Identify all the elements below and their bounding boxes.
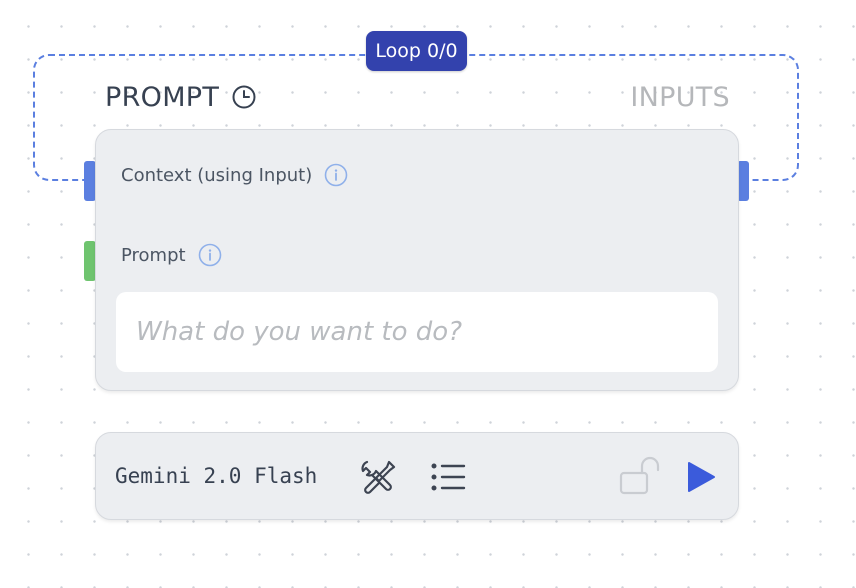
node-title: PROMPT — [105, 79, 257, 115]
info-icon[interactable] — [198, 243, 222, 267]
node-title-label: PROMPT — [105, 81, 220, 113]
info-icon[interactable] — [324, 163, 348, 187]
tools-icon[interactable] — [358, 457, 398, 497]
play-icon[interactable] — [684, 459, 718, 495]
prompt-node-card: Context (using Input) Prompt — [95, 129, 739, 391]
clock-icon[interactable] — [231, 84, 257, 110]
list-icon[interactable] — [430, 459, 468, 495]
context-field-label: Context (using Input) — [121, 163, 348, 187]
unlock-icon[interactable] — [618, 455, 662, 497]
inputs-label[interactable]: INPUTS — [630, 79, 730, 115]
prompt-input[interactable] — [116, 292, 718, 372]
loop-badge[interactable]: Loop 0/0 — [366, 31, 467, 71]
context-label-text: Context (using Input) — [121, 164, 313, 186]
model-name[interactable]: Gemini 2.0 Flash — [115, 433, 317, 519]
model-toolbar: Gemini 2.0 Flash — [95, 432, 739, 520]
prompt-label-text: Prompt — [121, 244, 186, 266]
prompt-field-label: Prompt — [121, 243, 222, 267]
